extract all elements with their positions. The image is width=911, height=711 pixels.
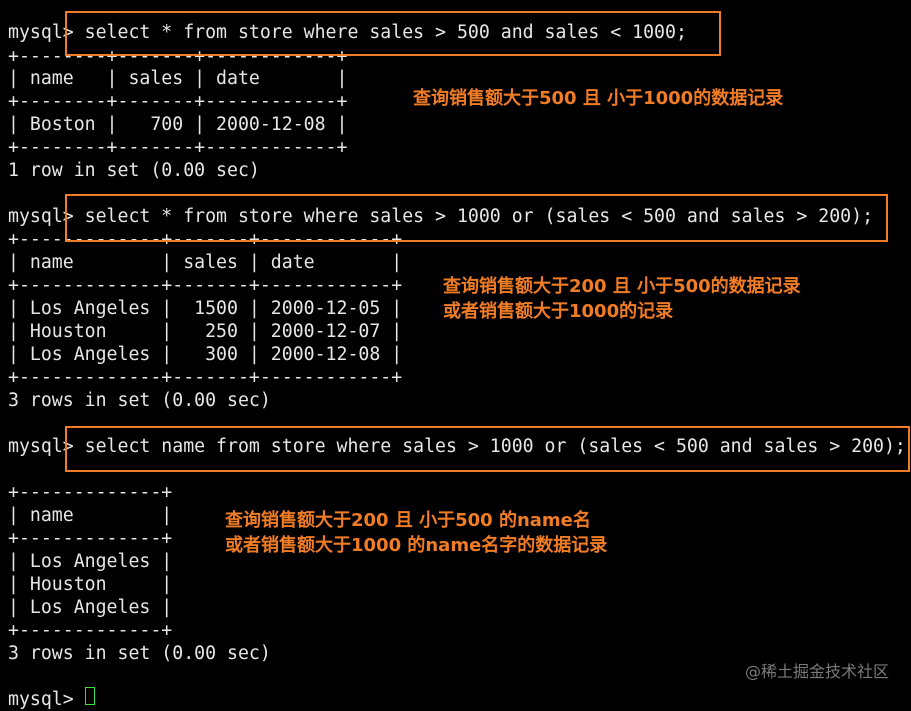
terminal-cursor [85,687,95,705]
highlight-box-query-2 [65,194,888,242]
table-row: | Boston | 700 | 2000-12-08 | [8,114,348,135]
table-header-row: | name | sales | date | [8,68,348,89]
annotation-query-1: 查询销售额大于500 且 小于1000的数据记录 [413,88,784,109]
table-border: +-------------+-------+------------+ [8,275,403,296]
table-border: +-------------+ [8,482,173,503]
annotation-query-3-line-1: 查询销售额大于200 且 小于500 的name名 [225,510,591,531]
table-row: | Los Angeles | [8,551,173,572]
table-header-row: | name | [8,505,173,526]
table-border: +--------+-------+------------+ [8,91,348,112]
table-row: | Los Angeles | [8,597,173,618]
annotation-query-2-line-1: 查询销售额大于200 且 小于500的数据记录 [443,276,801,297]
table-border: +-------------+-------+------------+ [8,367,403,388]
result-summary: 1 row in set (0.00 sec) [8,160,260,181]
table-border: +-------------+ [8,620,173,641]
table-border: +-------------+ [8,528,173,549]
table-row: | Houston | 250 | 2000-12-07 | [8,321,403,342]
prompt-line-current: mysql> [8,689,85,710]
table-border: +--------+-------+------------+ [8,137,348,158]
result-summary: 3 rows in set (0.00 sec) [8,643,271,664]
annotation-query-3-line-2: 或者销售额大于1000 的name名字的数据记录 [225,535,608,556]
table-row: | Los Angeles | 1500 | 2000-12-05 | [8,298,403,319]
highlight-box-query-1 [65,11,721,56]
watermark: @稀土掘金技术社区 [744,662,889,681]
table-row: | Los Angeles | 300 | 2000-12-08 | [8,344,403,365]
table-row: | Houston | [8,574,173,595]
highlight-box-query-3 [65,426,910,472]
result-summary: 3 rows in set (0.00 sec) [8,390,271,411]
annotation-query-2-line-2: 或者销售额大于1000的记录 [443,301,674,322]
table-header-row: | name | sales | date | [8,252,403,273]
